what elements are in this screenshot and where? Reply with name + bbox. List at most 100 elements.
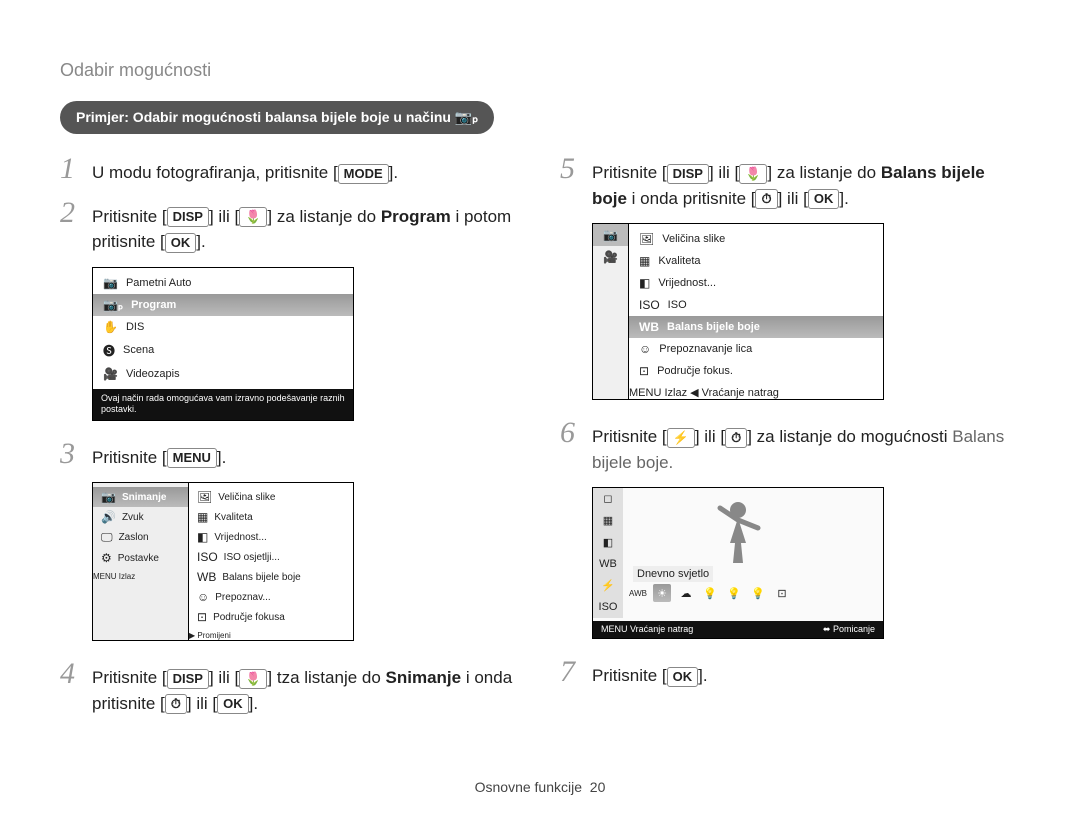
list-item: 🅢Scena: [93, 338, 353, 363]
macro-icon: 🌷: [739, 164, 767, 184]
list-item: ☺Prepoznav...: [189, 587, 353, 607]
menu-items: 🖼Veličina slike ▦Kvaliteta ◧Vrijednost..…: [189, 483, 353, 640]
disp-key: DISP: [667, 164, 709, 184]
step-3: 3 Pritisnite [MENU].: [60, 439, 520, 471]
step-number: 7: [560, 657, 580, 687]
photo-tab-icon: 📷: [593, 224, 628, 246]
step-number: 3: [60, 439, 80, 469]
step-text: Pritisnite [DISP] ili [🌷] za listanje do…: [592, 154, 1020, 211]
program-icon: 📷ₚ: [103, 298, 123, 312]
list-item: ⊡Područje fokus.: [629, 360, 883, 382]
wb-option-fluor-h: 💡: [701, 584, 719, 602]
list-item: ⚙Postavke: [93, 548, 188, 568]
image-size-icon: 🖼: [197, 490, 212, 504]
lcd-menu: 📷Snimanje 🔊Zvuk 🖵Zaslon ⚙Postavke MENU I…: [92, 482, 354, 641]
wb-option-tungsten: 💡: [749, 584, 767, 602]
menu-key: MENU: [167, 448, 217, 468]
timer-icon: ⏱: [165, 694, 187, 714]
step-text: Pritisnite [OK].: [592, 657, 708, 689]
video-tab-icon: 🎥: [593, 246, 628, 268]
list-item: ◧Vrijednost...: [629, 272, 883, 294]
scene-icon: 🅢: [103, 342, 115, 359]
strip-icon: ISO: [593, 596, 623, 618]
footer-page-number: 20: [590, 779, 606, 795]
step-6: 6 Pritisnite [⚡] ili [⏱] za listanje do …: [560, 418, 1020, 475]
list-item: ISOISO: [629, 294, 883, 316]
wb-row: AWB ☀ ☁ 💡 💡 💡 ⊡: [629, 584, 875, 602]
flash-icon: ⚡: [667, 428, 695, 448]
step-2: 2 Pritisnite [DISP] ili [🌷] za listanje …: [60, 198, 520, 255]
ok-key: OK: [217, 694, 249, 714]
list-item: 📷ₚProgram: [93, 294, 353, 316]
step-text: Pritisnite [⚡] ili [⏱] za listanje do mo…: [592, 418, 1020, 475]
disp-key: DISP: [167, 207, 209, 227]
sound-icon: 🔊: [101, 510, 116, 524]
ev-icon: ◧: [197, 530, 208, 544]
list-item: 🎥Videozapis: [93, 363, 353, 385]
display-icon: 🖵: [101, 530, 113, 545]
list-item: ▦Kvaliteta: [629, 250, 883, 272]
macro-icon: 🌷: [239, 207, 267, 227]
step-5: 5 Pritisnite [DISP] ili [🌷] za listanje …: [560, 154, 1020, 211]
list-item: ◧Vrijednost...: [189, 527, 353, 547]
step-text: U modu fotografiranja, pritisnite [MODE]…: [92, 154, 398, 186]
shoot-icon: 📷: [101, 490, 116, 504]
image-size-icon: 🖼: [639, 232, 654, 246]
menu-tabs: 📷Snimanje 🔊Zvuk 🖵Zaslon ⚙Postavke MENU I…: [93, 483, 189, 640]
timer-icon: ⏱: [755, 189, 777, 209]
list-item: 🖼Veličina slike: [189, 487, 353, 507]
step-number: 6: [560, 418, 580, 448]
lcd-bottombar: MENU Vraćanje natrag ⬌ Pomicanje: [593, 621, 883, 638]
list-item: 📷Snimanje: [93, 487, 188, 507]
iso-icon: ISO: [197, 550, 218, 564]
strip-icon: ◧: [593, 531, 623, 553]
step-4: 4 Pritisnite [DISP] ili [🌷] tza listanje…: [60, 659, 520, 716]
left-arrow-icon: ◀: [690, 387, 698, 399]
wb-option-fluor-l: 💡: [725, 584, 743, 602]
list-item: WBBalans bijele boje: [629, 316, 883, 338]
menu-key-icon: MENU: [93, 572, 117, 581]
strip-icon: ▦: [593, 510, 623, 532]
example-pill: Primjer: Odabir mogućnosti balansa bijel…: [60, 101, 494, 134]
step-text: Pritisnite [DISP] ili [🌷] za listanje do…: [92, 198, 520, 255]
step-number: 1: [60, 154, 80, 184]
macro-icon: 🌷: [239, 669, 267, 689]
wb-icon: WB: [197, 570, 216, 584]
strip-icon: ⚡: [593, 575, 623, 597]
wb-label: Dnevno svjetlo: [633, 566, 713, 582]
step-7: 7 Pritisnite [OK].: [560, 657, 1020, 689]
step-text: Pritisnite [MENU].: [92, 439, 226, 471]
ok-key: OK: [808, 189, 840, 209]
step-number: 4: [60, 659, 80, 689]
tab-strip: 📷 🎥: [593, 224, 629, 399]
page-footer: Osnovne funkcije 20: [0, 779, 1080, 795]
list-item: ✋DIS: [93, 316, 353, 338]
step-1: 1 U modu fotografiranja, pritisnite [MOD…: [60, 154, 520, 186]
focus-area-icon: ⊡: [639, 364, 649, 378]
list-item: 📷Pametni Auto: [93, 272, 353, 294]
lcd-bottombar: ▶ Promijeni: [189, 631, 353, 640]
list-item: ☺Prepoznavanje lica: [629, 338, 883, 360]
step-number: 2: [60, 198, 80, 228]
example-pill-text: Primjer: Odabir mogućnosti balansa bijel…: [76, 109, 455, 125]
wb-option-custom: ⊡: [773, 584, 791, 602]
menu-key-icon: MENU: [601, 624, 628, 634]
step-text: Pritisnite [DISP] ili [🌷] tza listanje d…: [92, 659, 520, 716]
footer-section: Osnovne funkcije: [475, 779, 582, 795]
wb-icon: WB: [639, 320, 659, 334]
timer-icon: ⏱: [725, 428, 747, 448]
strip-icon: ◻: [593, 488, 623, 510]
lcd-white-balance: ◻ ▦ ◧ WB ⚡ ISO Dnevno svjetlo AWB ☀ ☁: [592, 487, 884, 639]
disp-key: DISP: [167, 669, 209, 689]
page-header: Odabir mogućnosti: [60, 60, 1020, 81]
lcd-bottombar: MENU Izlaz: [93, 572, 188, 581]
face-icon: ☺: [639, 342, 651, 356]
child-silhouette-icon: [708, 498, 768, 568]
move-icon: ⬌: [823, 624, 831, 634]
ok-key: OK: [165, 233, 197, 253]
lcd-mode-list: 📷Pametni Auto 📷ₚProgram ✋DIS 🅢Scena 🎥Vid…: [92, 267, 354, 421]
step-number: 5: [560, 154, 580, 184]
ev-icon: ◧: [639, 276, 650, 290]
iso-icon: ISO: [639, 298, 660, 312]
wb-option-daylight: ☀: [653, 584, 671, 602]
